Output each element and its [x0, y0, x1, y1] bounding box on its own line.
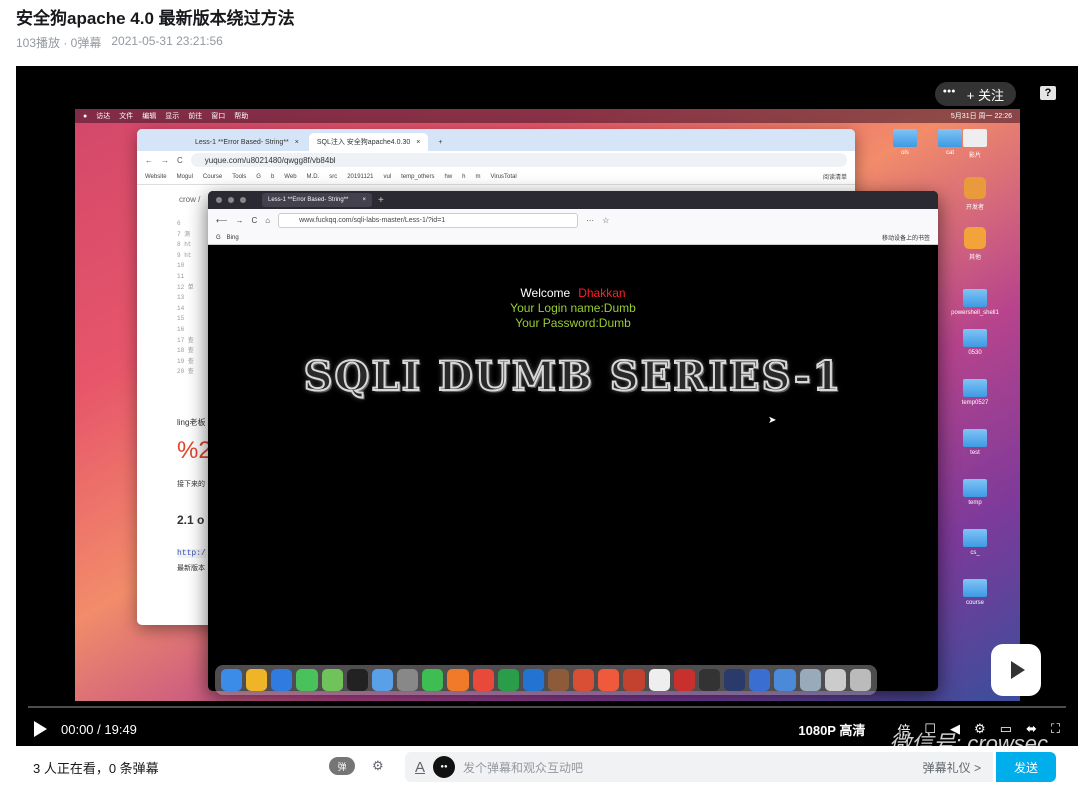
sqli-login: Your Login name:Dumb: [510, 301, 636, 315]
danmaku-input[interactable]: A ●● 发个弹幕和观众互动吧 弹幕礼仪 >: [405, 752, 993, 782]
url-field: yuque.com/u8021480/qwgg8f/vb84bl: [190, 153, 847, 167]
danmaku-toggle[interactable]: 弹: [329, 757, 355, 775]
doc-text: 接下来的: [177, 481, 205, 488]
publish-date: 2021-05-31 23:21:56: [111, 34, 223, 48]
tab-strip: Less-1 **Error Based- String** × SQL注入 安全…: [137, 129, 855, 151]
sqli-banner: SQLI DUMB SERIES-1: [303, 352, 843, 401]
danmaku-etiquette-link[interactable]: 弹幕礼仪 >: [923, 759, 981, 776]
doc-text: 最新版本: [177, 565, 205, 572]
danmaku-settings-icon[interactable]: ⚙: [372, 758, 390, 774]
desktop-folder: course: [940, 579, 1010, 606]
bookmarks-bar: Website Mogul Course Tools Gb Web M.D. src 20191…: [137, 169, 855, 185]
menu-item: 访达: [96, 113, 111, 120]
back-icon: ⟵: [216, 215, 228, 225]
menu-item: 显示: [165, 113, 180, 120]
desktop-folder: 影片: [940, 129, 1010, 159]
viewer-count: 3 人正在看，0 条弹幕: [33, 760, 159, 776]
url-field: www.fuckqq.com/sqli-labs-master/Less-1/?…: [278, 212, 579, 228]
browser-tab: SQL注入 安全狗apache4.0.30 ×: [308, 133, 429, 151]
danmaku-placeholder[interactable]: 发个弹幕和观众互动吧: [463, 759, 915, 776]
progress-bar[interactable]: [28, 706, 1066, 708]
time-display: 00:00 / 19:49: [61, 721, 137, 737]
new-tab-icon: +: [438, 138, 443, 146]
sqli-password: Your Password:Dumb: [515, 316, 631, 330]
browser-tab: Less-1 **Error Based- String** ×: [195, 138, 299, 146]
menu-item: 编辑: [142, 113, 157, 120]
doc-code: http:/: [177, 549, 206, 558]
more-icon: ···: [586, 215, 595, 225]
send-button[interactable]: 发送: [996, 752, 1056, 782]
uploader-avatar: ●●●: [942, 88, 956, 95]
sqli-welcome: Welcome Dhakkan: [520, 286, 626, 300]
back-icon: ←: [145, 155, 153, 165]
menu-item: 文件: [119, 113, 134, 120]
home-icon: ⌂: [265, 215, 271, 225]
quality-button[interactable]: 1080P 高清: [798, 720, 865, 739]
menubar-clock: 5月31日 周一 22:26: [950, 113, 1012, 120]
mouse-cursor-icon: ➤: [768, 415, 777, 426]
new-tab-icon: +: [378, 194, 384, 206]
menu-item: 前往: [188, 113, 203, 120]
doc-text: ling老板: [177, 418, 206, 427]
forward-icon: →: [235, 215, 244, 225]
video-meta: 103播放 · 0弹幕 2021-05-31 23:21:56: [16, 34, 223, 51]
screen-recording: ● 访达 文件 编辑 显示 前往 窗口 帮助 5月31日 周一 22:26 ol…: [75, 109, 1020, 701]
desktop-folder: test: [940, 429, 1010, 456]
page-title: 安全狗apache 4.0 最新版本绕过方法: [16, 9, 295, 28]
reload-icon: C: [177, 155, 183, 165]
mac-dock: [215, 665, 877, 695]
url-bar: ← → C yuque.com/u8021480/qwgg8f/vb84bl: [137, 151, 855, 169]
desktop-folder: temp0527: [940, 379, 1010, 406]
desktop-folder: temp: [940, 479, 1010, 506]
wechat-watermark: 微信号: crowsec: [889, 731, 1048, 746]
reload-icon: C: [251, 215, 258, 225]
forward-icon: →: [161, 155, 169, 165]
font-style-icon[interactable]: A: [415, 759, 425, 776]
apple-icon: ●: [83, 112, 88, 120]
browser-window-sqli: Less-1 **Error Based- String** × + ⟵ → C ⌂ w…: [208, 191, 938, 691]
bilibili-tv-icon: [991, 644, 1041, 696]
play-icon[interactable]: [34, 721, 47, 737]
play-count: 103播放 · 0弹幕: [16, 36, 102, 50]
danmaku-bar: 3 人正在看，0 条弹幕 弹 ⚙ A ●● 发个弹幕和观众互动吧 弹幕礼仪 > …: [16, 746, 1078, 788]
desktop-folder: 0530: [940, 329, 1010, 356]
desktop-app: 开发者: [940, 177, 1010, 211]
desktop-app: 其他: [940, 227, 1010, 261]
menu-item: 帮助: [234, 113, 249, 120]
url-bar: ⟵ → C ⌂ www.fuckqq.com/sqli-labs-master/Les…: [208, 209, 938, 231]
browser-tab: Less-1 **Error Based- String** ×: [262, 193, 372, 207]
bookmarks-bar: G Bing 移动设备上的书签: [208, 231, 938, 245]
desktop-folder: powershell_shell1: [940, 289, 1010, 316]
menu-item: 窗口: [211, 113, 226, 120]
fullscreen-icon[interactable]: ⛶: [1051, 721, 1060, 737]
doc-code-lines: 67 测8 ht 9 ht 10 11 12 单 13 14 15 16 17 查 18 查 19 查…: [177, 220, 194, 376]
desktop-folder: cs_: [940, 529, 1010, 556]
doc-big-text: %2: [177, 437, 212, 464]
help-button[interactable]: ?: [1040, 86, 1056, 100]
doc-breadcrumb: crow /: [179, 195, 201, 204]
doc-heading: 2.1 o: [177, 513, 205, 527]
tab-strip: Less-1 **Error Based- String** × +: [208, 191, 938, 209]
mac-menubar: ● 访达 文件 编辑 显示 前往 窗口 帮助 5月31日 周一 22:26: [75, 109, 1020, 123]
star-icon: ☆: [602, 215, 610, 225]
follow-button[interactable]: ●●● + 关注: [934, 82, 1016, 106]
user-avatar: ●●: [433, 756, 456, 778]
video-player[interactable]: ● 访达 文件 编辑 显示 前往 窗口 帮助 5月31日 周一 22:26 ol…: [16, 66, 1078, 746]
